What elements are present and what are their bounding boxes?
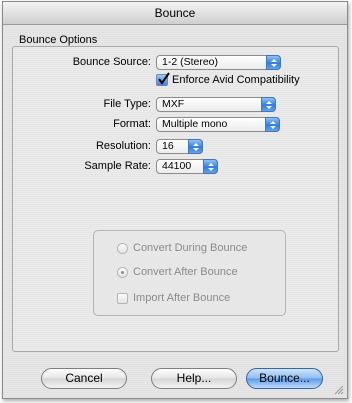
enforce-avid-label: Enforce Avid Compatibility (172, 74, 300, 86)
cancel-button[interactable]: Cancel (41, 368, 127, 389)
file-type-label: File Type: (103, 98, 152, 110)
resolution-value: 16 (162, 140, 174, 152)
popup-arrows-icon (265, 117, 280, 132)
bounce-source-popup[interactable]: 1-2 (Stereo) (156, 55, 281, 70)
popup-arrows-icon (266, 55, 281, 70)
enforce-avid-checkbox[interactable] (156, 72, 170, 86)
resize-grip-icon[interactable] (334, 385, 344, 395)
bounce-source-value: 1-2 (Stereo) (162, 56, 219, 68)
import-after-checkbox[interactable] (117, 293, 128, 304)
bounce-source-label: Bounce Source: (72, 56, 151, 68)
format-label: Format: (113, 118, 151, 130)
popup-arrows-icon (188, 139, 203, 154)
convert-after-radio[interactable] (117, 267, 128, 278)
sample-rate-popup[interactable]: 44100 (156, 159, 218, 174)
bounce-options-label: Bounce Options (19, 34, 98, 46)
popup-arrows-icon (203, 159, 218, 174)
resolution-popup[interactable]: 16 (156, 139, 203, 154)
format-value: Multiple mono (162, 118, 228, 130)
radio-selected-dot (121, 271, 124, 274)
convert-options-box: Convert During Bounce Convert After Boun… (93, 230, 286, 316)
popup-arrows-icon (261, 97, 276, 112)
window-title: Bounce (3, 2, 347, 25)
convert-during-radio[interactable] (117, 243, 128, 254)
sample-rate-label: Sample Rate: (84, 160, 151, 172)
bounce-button[interactable]: Bounce... (246, 368, 323, 389)
import-after-label: Import After Bounce (133, 292, 231, 304)
resolution-label: Resolution: (95, 140, 151, 152)
format-popup[interactable]: Multiple mono (156, 117, 280, 132)
bounce-dialog: Bounce Bounce Options Bounce Source: 1-2… (2, 1, 348, 399)
checkmark-icon (158, 72, 170, 85)
convert-during-label: Convert During Bounce (133, 242, 248, 254)
file-type-value: MXF (162, 98, 185, 110)
sample-rate-value: 44100 (162, 160, 192, 172)
convert-after-label: Convert After Bounce (133, 266, 238, 278)
file-type-popup[interactable]: MXF (156, 97, 276, 112)
help-button[interactable]: Help... (151, 368, 237, 389)
